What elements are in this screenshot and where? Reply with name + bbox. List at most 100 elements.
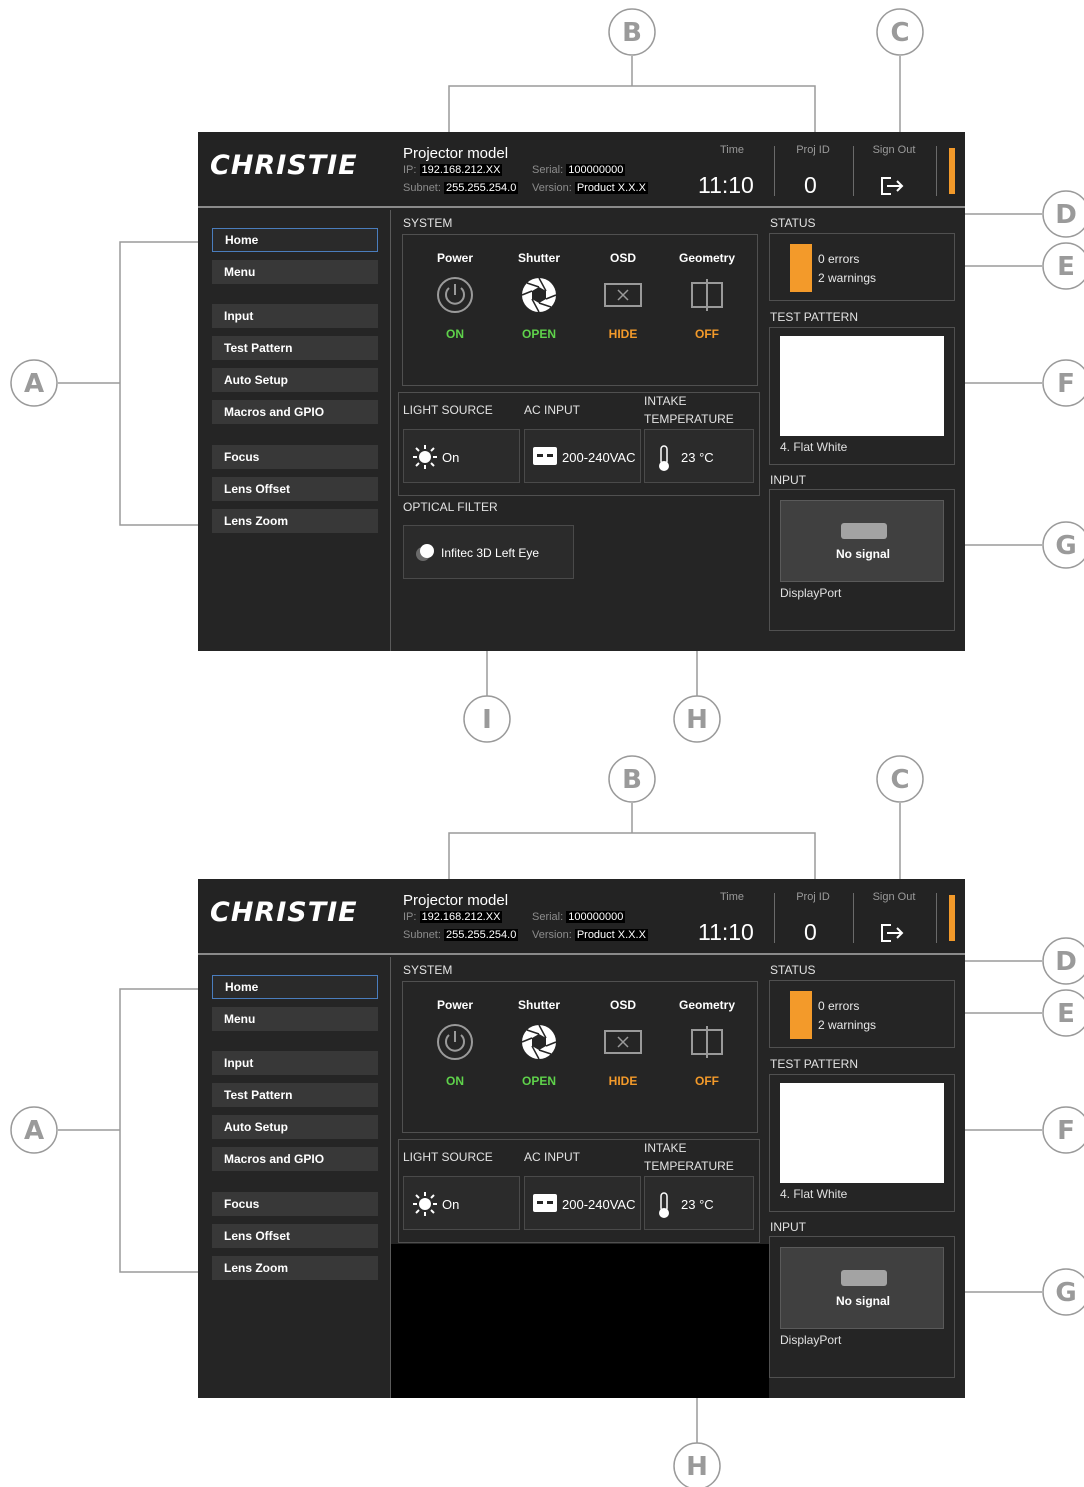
ac-input-value: 200-240VAC (562, 450, 636, 465)
christie-logo: CHRISTIE (210, 150, 358, 181)
sidebar-item-focus[interactable]: Focus (212, 1192, 378, 1216)
system-title: SYSTEM (403, 216, 453, 230)
system-panel: Power ON Shutter OPEN OSD HIDE Geometry … (402, 981, 758, 1133)
warnings-count: 2 warnings (818, 271, 877, 285)
geometry-icon (691, 1026, 723, 1058)
sidebar-item-auto-setup[interactable]: Auto Setup (212, 368, 378, 392)
light-source-tile[interactable]: On (403, 429, 520, 483)
callout-g: G (1055, 1278, 1076, 1308)
sidebar-item-home[interactable]: Home (212, 975, 378, 999)
shutter-toggle[interactable]: Shutter OPEN (504, 251, 574, 341)
christie-logo: CHRISTIE (210, 897, 358, 928)
sidebar-item-lens-zoom[interactable]: Lens Zoom (212, 509, 378, 533)
power-icon (437, 277, 473, 313)
sidebar-item-home[interactable]: Home (212, 228, 378, 252)
callout-i: I (482, 705, 492, 735)
intake-temperature-tile[interactable]: 23 °C (644, 429, 754, 483)
test-pattern-panel[interactable]: 4. Flat White (769, 327, 955, 465)
intake-temperature-title-2: TEMPERATURE (644, 412, 734, 426)
intake-temperature-tile[interactable]: 23 °C (644, 1176, 754, 1230)
sidebar-item-macros-gpio[interactable]: Macros and GPIO (212, 1147, 378, 1171)
light-source-tile[interactable]: On (403, 1176, 520, 1230)
callout-b: B (622, 765, 642, 795)
ac-input-title: AC INPUT (524, 1150, 581, 1164)
osd-label: OSD (609, 251, 636, 265)
intake-temperature-value: 23 °C (681, 450, 714, 465)
power-toggle[interactable]: Power ON (420, 251, 490, 341)
time-label: Time (719, 144, 745, 156)
input-panel[interactable]: No signal DisplayPort (769, 1236, 955, 1378)
osd-hidden-icon (604, 1030, 642, 1054)
callout-a: A (24, 369, 44, 399)
callout-d: D (1055, 947, 1077, 977)
light-source-value: On (442, 1197, 460, 1212)
optical-filter-value: Infitec 3D Left Eye (441, 546, 540, 560)
ac-input-value: 200-240VAC (562, 1197, 636, 1212)
sidebar-item-menu[interactable]: Menu (212, 1007, 378, 1031)
callout-g: G (1055, 531, 1076, 561)
divider (936, 893, 937, 943)
light-source-title: LIGHT SOURCE (403, 1150, 493, 1164)
power-state: ON (446, 327, 464, 341)
status-indicator-bar (949, 148, 955, 194)
sidebar-item-input[interactable]: Input (212, 304, 378, 328)
osd-label: OSD (609, 998, 636, 1012)
sidebar-item-input[interactable]: Input (212, 1051, 378, 1075)
test-pattern-title: TEST PATTERN (770, 1057, 859, 1071)
shutter-toggle[interactable]: Shutter OPEN (504, 998, 574, 1088)
ac-input-tile[interactable]: 200-240VAC (524, 429, 641, 483)
projector-model: Projector model (403, 145, 509, 162)
errors-count: 0 errors (818, 252, 860, 266)
callout-f: F (1057, 1116, 1075, 1146)
sidebar-item-lens-offset[interactable]: Lens Offset (212, 477, 378, 501)
sign-out-icon[interactable] (880, 923, 906, 943)
sidebar-item-test-pattern[interactable]: Test Pattern (212, 336, 378, 360)
status-panel[interactable]: 0 errors 2 warnings (769, 980, 955, 1048)
input-title: INPUT (770, 473, 806, 487)
divider (853, 146, 854, 196)
callout-c: C (890, 765, 909, 795)
sidebar-item-lens-zoom[interactable]: Lens Zoom (212, 1256, 378, 1280)
geometry-toggle[interactable]: Geometry OFF (672, 998, 742, 1088)
osd-toggle[interactable]: OSD HIDE (588, 998, 658, 1088)
callout-e: E (1057, 252, 1075, 282)
intake-temperature-value: 23 °C (681, 1197, 714, 1212)
ac-input-tile[interactable]: 200-240VAC (524, 1176, 641, 1230)
header: CHRISTIE Projector model IP: 192.168.212… (198, 879, 965, 953)
test-pattern-panel[interactable]: 4. Flat White (769, 1074, 955, 1212)
shutter-state: OPEN (521, 327, 556, 341)
sign-out-icon[interactable] (880, 176, 906, 196)
sidebar-item-menu[interactable]: Menu (212, 260, 378, 284)
sidebar-item-focus[interactable]: Focus (212, 445, 378, 469)
callout-h: H (686, 705, 708, 735)
signout-label[interactable]: Sign Out (859, 891, 929, 903)
status-title: STATUS (770, 963, 816, 977)
projector-web-ui: CHRISTIE Projector model IP: 192.168.212… (198, 879, 965, 1398)
input-panel[interactable]: No signal DisplayPort (769, 489, 955, 631)
sidebar-item-auto-setup[interactable]: Auto Setup (212, 1115, 378, 1139)
callout-h: H (686, 1452, 708, 1482)
shutter-icon (521, 277, 557, 313)
status-indicator-bar (949, 895, 955, 941)
osd-toggle[interactable]: OSD HIDE (588, 251, 658, 341)
projector-model: Projector model (403, 892, 509, 909)
power-label: Power (436, 998, 473, 1012)
optical-filter-tile[interactable]: Infitec 3D Left Eye (403, 525, 574, 579)
shutter-label: Shutter (518, 998, 560, 1012)
status-title: STATUS (770, 216, 816, 230)
sidebar-item-lens-offset[interactable]: Lens Offset (212, 1224, 378, 1248)
test-pattern-name: 4. Flat White (780, 1187, 848, 1201)
sidebar-item-test-pattern[interactable]: Test Pattern (212, 1083, 378, 1107)
warning-indicator (790, 244, 812, 292)
signout-label[interactable]: Sign Out (859, 144, 929, 156)
sidebar-item-macros-gpio[interactable]: Macros and GPIO (212, 400, 378, 424)
power-toggle[interactable]: Power ON (420, 998, 490, 1088)
status-panel[interactable]: 0 errors 2 warnings (769, 233, 955, 301)
osd-hidden-icon (604, 283, 642, 307)
test-pattern-name: 4. Flat White (780, 440, 848, 454)
callout-e: E (1057, 999, 1075, 1029)
ip-info: IP: 192.168.212.XX (403, 164, 503, 176)
thermometer-icon (659, 445, 669, 471)
system-panel: Power ON Shutter OPEN OSD HIDE Geometry … (402, 234, 758, 386)
geometry-toggle[interactable]: Geometry OFF (672, 251, 742, 341)
